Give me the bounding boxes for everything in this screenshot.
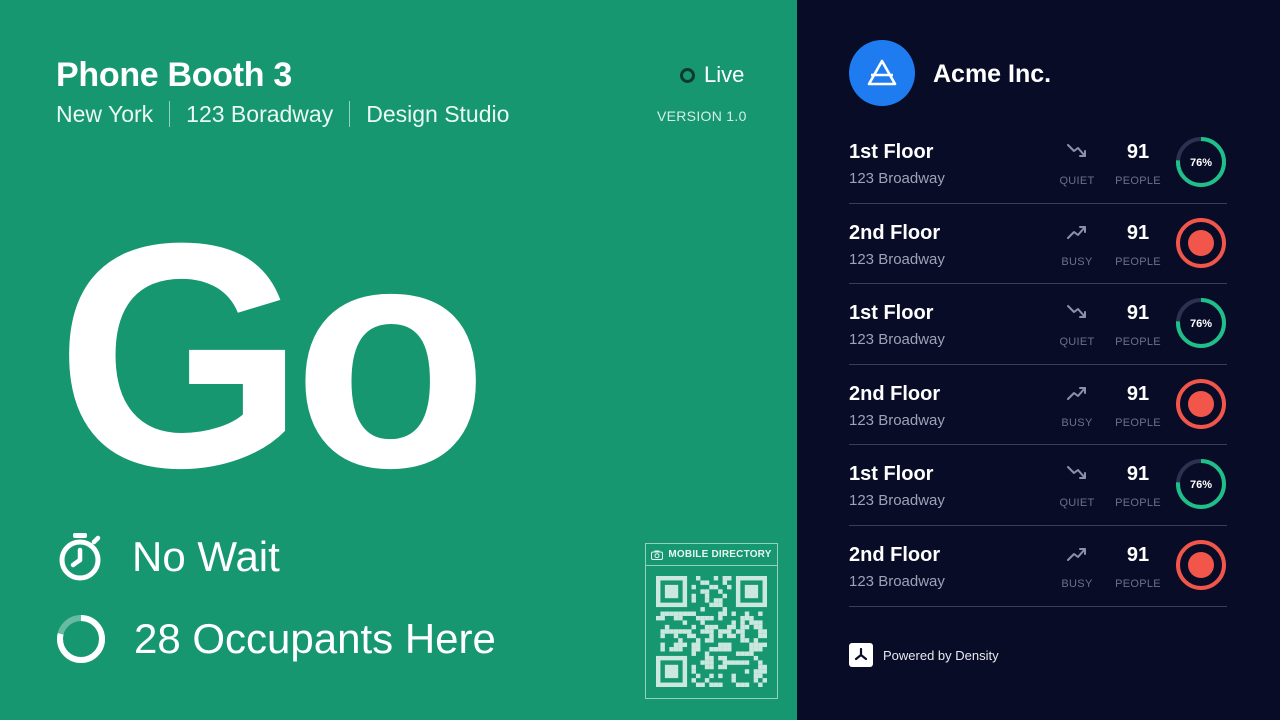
floor-row[interactable]: 1st Floor 123 Broadway QUIET 91 PEOPLE 76%: [849, 445, 1227, 526]
people-label: PEOPLE: [1115, 255, 1161, 268]
location-city: New York: [56, 101, 154, 127]
floor-name: 2nd Floor: [849, 221, 941, 244]
stopwatch-icon: [59, 533, 101, 581]
gauge-percent: 76%: [1190, 157, 1212, 169]
wait-stat: No Wait: [56, 532, 280, 582]
qr-code-icon: [656, 576, 767, 687]
mobile-directory-qr[interactable]: MOBILE DIRECTORY: [645, 543, 778, 699]
floor-address: 123 Broadway: [849, 572, 945, 590]
floor-list: 1st Floor 123 Broadway QUIET 91 PEOPLE 76% 2nd…: [849, 123, 1227, 607]
floor-address: 123 Broadway: [849, 331, 945, 349]
trend-up-icon: [1067, 386, 1086, 400]
floor-status: BUSY: [1061, 577, 1093, 590]
busy-gauge: [1176, 378, 1226, 429]
qr-header: MOBILE DIRECTORY: [646, 544, 777, 566]
floor-address: 123 Broadway: [849, 492, 945, 510]
availability-status: Go: [56, 176, 488, 534]
people-label: PEOPLE: [1115, 175, 1161, 187]
floor-name: 2nd Floor: [849, 382, 941, 405]
floor-status: QUIET: [1059, 497, 1095, 510]
floor-row[interactable]: 2nd Floor 123 Broadway BUSY 91 PEOPLE: [849, 526, 1227, 607]
busy-gauge: [1176, 539, 1226, 590]
directory-panel: Acme Inc. 1st Floor 123 Broadway QUIET 91 PE…: [797, 0, 1280, 720]
live-label: Live: [704, 62, 745, 87]
camera-icon: [651, 550, 664, 560]
trend-down-icon: [1067, 305, 1086, 319]
occupancy-gauge: 76%: [1176, 298, 1226, 349]
density-logo-icon: [849, 643, 873, 667]
floor-status: BUSY: [1061, 255, 1093, 268]
location-department: Design Studio: [349, 101, 525, 127]
occupancy-gauge: 76%: [1176, 137, 1226, 187]
floor-status: BUSY: [1061, 416, 1093, 429]
floor-name: 1st Floor: [849, 302, 934, 325]
powered-by-text: Powered by Density: [883, 647, 999, 663]
floor-row[interactable]: 1st Floor 123 Broadway QUIET 91 PEOPLE 76%: [849, 123, 1227, 204]
people-count: 91: [1126, 302, 1150, 325]
qr-label: MOBILE DIRECTORY: [668, 549, 772, 560]
people-count: 91: [1126, 382, 1150, 405]
floor-name: 1st Floor: [849, 463, 934, 486]
floor-address: 123 Broadway: [849, 170, 945, 187]
trend-down-icon: [1067, 144, 1086, 157]
location-address: 123 Boradway: [169, 101, 349, 127]
trend-up-icon: [1067, 547, 1086, 561]
busy-gauge: [1176, 217, 1226, 268]
people-label: PEOPLE: [1115, 577, 1161, 590]
floor-row[interactable]: 2nd Floor 123 Broadway BUSY 91 PEOPLE: [849, 204, 1227, 285]
floor-name: 1st Floor: [849, 141, 934, 163]
floor-address: 123 Broadway: [849, 411, 945, 429]
version-label: VERSION 1.0: [657, 108, 747, 124]
acme-logo: [849, 40, 915, 106]
live-indicator: Live: [680, 62, 744, 88]
floor-row[interactable]: 1st Floor 123 Broadway QUIET 91 PEOPLE 76%: [849, 284, 1227, 365]
people-count: 91: [1126, 141, 1150, 163]
people-count: 91: [1126, 221, 1150, 244]
floor-status: QUIET: [1059, 175, 1095, 187]
occupancy-gauge: 76%: [1176, 459, 1226, 510]
occupancy-stat: 28 Occupants Here: [56, 614, 496, 664]
gauge-percent: 76%: [1190, 479, 1212, 491]
powered-by[interactable]: Powered by Density: [849, 643, 999, 667]
floor-address: 123 Broadway: [849, 250, 945, 268]
acme-logo-icon: [867, 59, 897, 86]
page-title: Phone Booth 3: [56, 56, 292, 94]
occupants-text: 28 Occupants Here: [134, 615, 496, 662]
booth-panel: Phone Booth 3 New York 123 Boradway Desi…: [0, 0, 797, 720]
floor-status: QUIET: [1059, 336, 1095, 349]
people-count: 91: [1126, 463, 1150, 486]
people-count: 91: [1126, 543, 1150, 566]
wait-text: No Wait: [132, 533, 280, 580]
gauge-percent: 76%: [1190, 318, 1212, 330]
floor-row[interactable]: 2nd Floor 123 Broadway BUSY 91 PEOPLE: [849, 365, 1227, 446]
people-label: PEOPLE: [1115, 497, 1161, 510]
people-label: PEOPLE: [1115, 336, 1161, 349]
people-label: PEOPLE: [1115, 416, 1161, 429]
location-breadcrumb: New York 123 Boradway Design Studio: [56, 101, 525, 127]
floor-name: 2nd Floor: [849, 543, 941, 566]
trend-up-icon: [1067, 225, 1086, 239]
trend-down-icon: [1067, 466, 1086, 480]
live-dot-icon: [680, 67, 695, 83]
occupancy-ring-icon: [57, 615, 105, 663]
company-name: Acme Inc.: [933, 60, 1052, 88]
